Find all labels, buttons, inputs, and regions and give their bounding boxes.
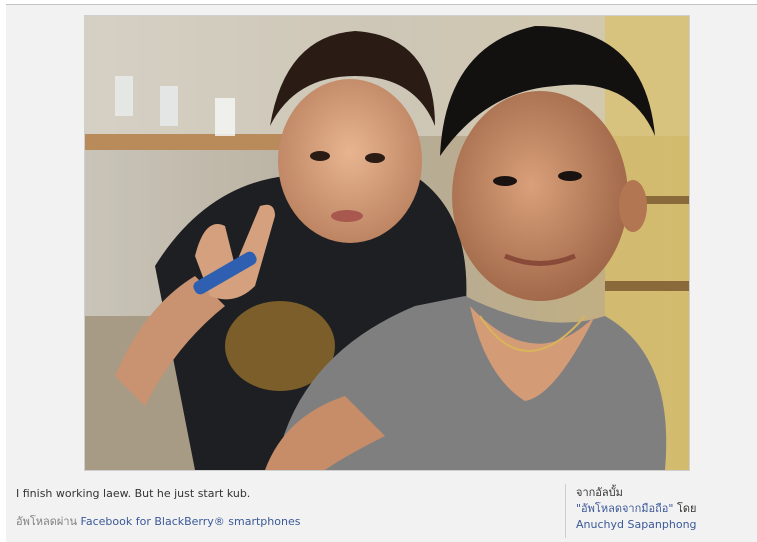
album-info: จากอัลบั้ม "อัพโหลดจากมือถือ" โดย Anuchy…: [576, 485, 697, 533]
photo[interactable]: [84, 15, 690, 471]
photo-caption: I finish working laew. But he just start…: [16, 487, 251, 500]
owner-link[interactable]: Anuchyd Sapanphong: [576, 518, 697, 531]
photo-panel: I finish working laew. But he just start…: [6, 5, 757, 542]
album-by-label: โดย: [676, 502, 697, 515]
upload-app-link[interactable]: Facebook for BlackBerry® smartphones: [81, 515, 301, 528]
album-from-label: จากอัลบั้ม: [576, 486, 623, 499]
album-link[interactable]: "อัพโหลดจากมือถือ": [576, 502, 673, 515]
photo-image: [85, 16, 689, 470]
upload-prefix: อัพโหลดผ่าน: [16, 515, 78, 528]
upload-source: อัพโหลดผ่าน Facebook for BlackBerry® sma…: [16, 512, 300, 530]
vertical-divider: [565, 484, 566, 538]
